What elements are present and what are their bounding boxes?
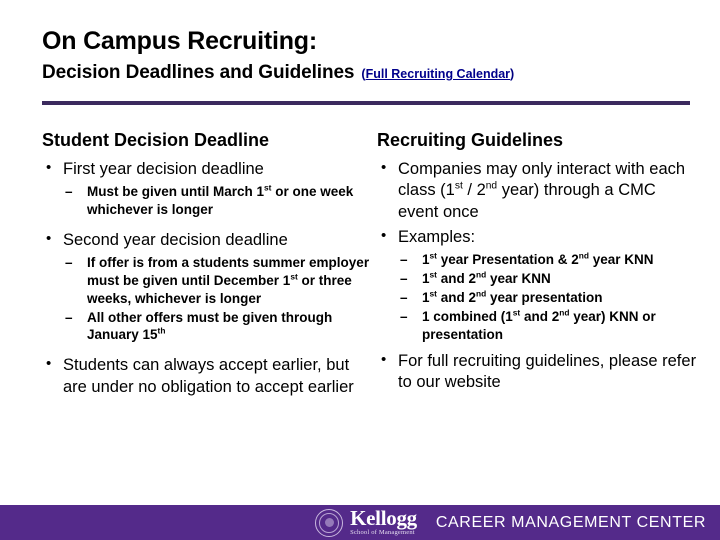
list-item: 1st year Presentation & 2nd year KNN: [398, 251, 697, 269]
kellogg-brand-lockup: Kellogg School of Management CAREER MANA…: [315, 505, 706, 537]
list-item: 1st and 2nd year KNN: [398, 270, 697, 288]
example-part2: and 2: [436, 290, 476, 306]
list-item: If offer is from a students summer emplo…: [63, 254, 372, 307]
bullet-text: Students can always accept earlier, but …: [63, 356, 354, 396]
ordinal-suffix: st: [290, 271, 298, 282]
subtitle-row: Decision Deadlines and Guidelines (Full …: [42, 62, 694, 84]
ordinal-suffix: nd: [475, 269, 487, 280]
bullet-text: Second year decision deadline: [63, 230, 288, 249]
example-part3: year KNN: [588, 252, 654, 268]
list-item: 1st and 2nd year presentation: [398, 289, 697, 307]
career-management-center-label: CAREER MANAGEMENT CENTER: [435, 513, 706, 531]
bullet-text-part2: / 2: [462, 181, 486, 200]
link-close-paren: ): [510, 67, 515, 81]
list-item: All other offers must be given through J…: [63, 309, 372, 345]
title-block: On Campus Recruiting: Decision Deadlines…: [42, 28, 694, 84]
title-divider: [42, 101, 690, 105]
list-item: For full recruiting guidelines, please r…: [377, 350, 697, 394]
list-item: 1 combined (1st and 2nd year) KNN or pre…: [398, 308, 697, 344]
right-bullet-list: Companies may only interact with each cl…: [377, 158, 697, 394]
kellogg-tagline: School of Management: [350, 528, 415, 536]
slide-canvas: On Campus Recruiting: Decision Deadlines…: [0, 0, 720, 540]
example-part3: year presentation: [486, 290, 603, 306]
bullet-text: Companies may only interact with each cl…: [398, 159, 697, 223]
sub-bullet-text-pre: All other offers must be given through J…: [87, 309, 333, 343]
example-part2: and 2: [520, 308, 560, 324]
example-part1: 1: [422, 271, 430, 287]
kellogg-wordmark: Kellogg School of Management: [350, 505, 417, 536]
ordinal-suffix: st: [429, 288, 437, 299]
page-subtitle: Decision Deadlines and Guidelines: [42, 62, 355, 83]
ordinal-suffix: th: [157, 325, 166, 336]
page-title: On Campus Recruiting:: [42, 27, 317, 55]
examples-list: 1st year Presentation & 2nd year KNN 1st…: [398, 251, 697, 343]
left-column-heading: Student Decision Deadline: [42, 130, 270, 150]
kellogg-name: Kellogg: [350, 505, 417, 530]
ordinal-suffix: st: [454, 180, 463, 192]
ordinal-suffix: nd: [485, 180, 498, 192]
ordinal-suffix: nd: [578, 250, 589, 261]
example-part3: year KNN: [486, 271, 551, 287]
bullet-text: Examples:: [398, 228, 476, 246]
right-column-heading: Recruiting Guidelines: [377, 130, 564, 150]
list-item: Students can always accept earlier, but …: [42, 354, 372, 398]
kellogg-seal-icon: [315, 508, 344, 537]
example-part2: and 2: [436, 271, 476, 287]
calendar-link-group: (Full Recruiting Calendar): [361, 67, 514, 81]
bullet-text: For full recruiting guidelines, please r…: [398, 351, 697, 391]
full-recruiting-calendar-link[interactable]: Full Recruiting Calendar: [366, 67, 510, 81]
example-part1: 1 combined (1: [422, 308, 513, 324]
left-bullet-list: First year decision deadline Must be giv…: [42, 158, 372, 398]
sub-bullet-text-pre: Must be given until March 1: [87, 184, 265, 200]
example-part2: year Presentation & 2: [436, 252, 579, 268]
sub-bullet-list: If offer is from a students summer emplo…: [63, 254, 372, 344]
list-item: Companies may only interact with each cl…: [377, 158, 697, 223]
bullet-text: First year decision deadline: [63, 159, 264, 178]
list-item: First year decision deadline Must be giv…: [42, 158, 372, 219]
example-part1: 1: [422, 290, 430, 306]
ordinal-suffix: st: [429, 250, 437, 261]
left-column: Student Decision Deadline First year dec…: [42, 130, 372, 402]
right-column: Recruiting Guidelines Companies may only…: [377, 130, 697, 397]
list-item: Second year decision deadline If offer i…: [42, 229, 372, 345]
list-item: Examples: 1st year Presentation & 2nd ye…: [377, 226, 697, 344]
ordinal-suffix: st: [429, 269, 437, 280]
example-part1: 1: [422, 252, 430, 268]
ordinal-suffix: nd: [559, 307, 570, 318]
sub-bullet-list: Must be given until March 1st or one wee…: [63, 183, 372, 219]
ordinal-suffix: nd: [475, 288, 487, 299]
footer-bar: Kellogg School of Management CAREER MANA…: [0, 505, 720, 540]
list-item: Must be given until March 1st or one wee…: [63, 183, 372, 219]
